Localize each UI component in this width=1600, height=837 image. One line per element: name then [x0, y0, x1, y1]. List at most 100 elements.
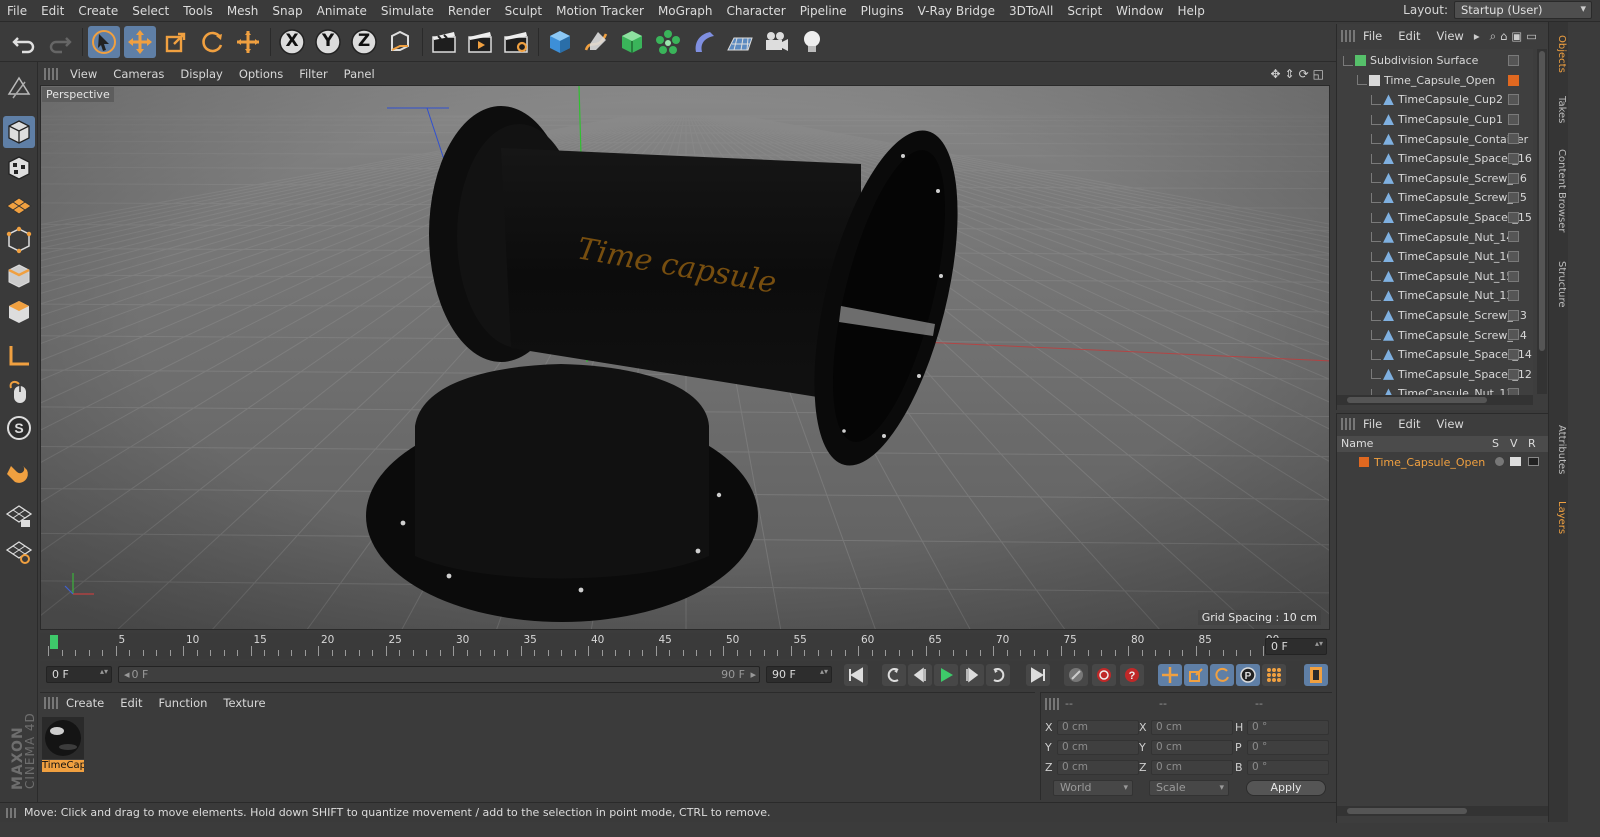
material-menu-texture[interactable]: Texture: [215, 696, 273, 710]
polygons-mode-button[interactable]: [3, 296, 35, 328]
y-axis-lock-button[interactable]: Y: [312, 26, 344, 58]
recent-tools-button[interactable]: [232, 26, 264, 58]
side-tab-objects[interactable]: Objects: [1551, 28, 1567, 80]
layout-dropdown[interactable]: Startup (User): [1454, 1, 1592, 19]
material-name[interactable]: TimeCap: [42, 760, 84, 772]
menu-select[interactable]: Select: [125, 4, 176, 18]
coord-field-y[interactable]: 0 cm: [1057, 740, 1139, 755]
enable-snap-button[interactable]: [3, 456, 35, 488]
coord-field-h[interactable]: 0 °: [1247, 720, 1329, 735]
viewport-menu-panel[interactable]: Panel: [336, 67, 383, 81]
snap-toggle-button[interactable]: S: [3, 412, 35, 444]
new-window-icon[interactable]: ▭: [1526, 29, 1537, 43]
edges-mode-button[interactable]: [3, 260, 35, 292]
side-tab-layers[interactable]: Layers: [1551, 495, 1567, 541]
add-camera-button[interactable]: [760, 26, 792, 58]
solo-column[interactable]: S: [1492, 437, 1499, 450]
visibility-toggle[interactable]: [1508, 349, 1519, 360]
dolly-icon[interactable]: ⇕: [1285, 67, 1295, 81]
playhead[interactable]: [50, 635, 58, 649]
orbit-icon[interactable]: ⟳: [1299, 67, 1309, 81]
filter-icon[interactable]: ▣: [1511, 29, 1522, 43]
layer-row[interactable]: Time_Capsule_Open: [1337, 453, 1549, 471]
add-deformer-button[interactable]: [688, 26, 720, 58]
scale-tool-button[interactable]: [160, 26, 192, 58]
scale-mode-dropdown[interactable]: Scale ▾: [1149, 780, 1229, 796]
menu-window[interactable]: Window: [1109, 4, 1170, 18]
current-frame-field[interactable]: 0 F ▴▾: [1265, 638, 1327, 655]
object-row[interactable]: TimeCapsule_Screw_15: [1337, 188, 1533, 208]
visibility-toggle[interactable]: [1508, 94, 1519, 106]
timeline-window-button[interactable]: [1304, 664, 1328, 686]
object-row[interactable]: Subdivision Surface: [1337, 51, 1533, 71]
timeline-ruler[interactable]: 051015202530354045505560657075808590 0 F…: [40, 633, 1330, 659]
visibility-toggle[interactable]: [1508, 172, 1519, 184]
layers-menu-view[interactable]: View: [1429, 417, 1472, 431]
keyframe-selection-button[interactable]: [1064, 664, 1088, 686]
side-tab-structure[interactable]: Structure: [1551, 252, 1567, 317]
material-thumbnail[interactable]: TimeCap: [42, 717, 84, 773]
axis-mode-button[interactable]: [3, 340, 35, 372]
menu-render[interactable]: Render: [441, 4, 498, 18]
add-light-button[interactable]: [796, 26, 828, 58]
viewport-menu-filter[interactable]: Filter: [291, 67, 335, 81]
menu-script[interactable]: Script: [1060, 4, 1109, 18]
coord-field-p[interactable]: 0 °: [1247, 740, 1329, 755]
tweak-mode-button[interactable]: [3, 376, 35, 408]
perspective-viewport[interactable]: Time capsule Grid Spacing : 10 cm: [40, 85, 1330, 630]
objects-menu-edit[interactable]: Edit: [1390, 29, 1428, 43]
visibility-toggle[interactable]: [1508, 113, 1519, 125]
name-column[interactable]: Name: [1341, 437, 1373, 450]
coord-field-x[interactable]: 0 cm: [1151, 720, 1233, 735]
add-environment-button[interactable]: [724, 26, 756, 58]
object-row[interactable]: TimeCapsule_Spacer_15: [1337, 208, 1533, 228]
key-parameter-button[interactable]: P: [1236, 664, 1260, 686]
z-axis-lock-button[interactable]: Z: [348, 26, 380, 58]
previous-frame-button[interactable]: [908, 664, 932, 686]
layers-menu-file[interactable]: File: [1355, 417, 1390, 431]
go-to-start-button[interactable]: [844, 664, 868, 686]
live-selection-button[interactable]: [88, 26, 120, 58]
pan-icon[interactable]: ✥: [1270, 67, 1280, 81]
render-clapper-icon[interactable]: [1528, 457, 1539, 466]
redo-button[interactable]: [44, 26, 76, 58]
visibility-toggle[interactable]: [1508, 211, 1519, 223]
side-tab-content-browser[interactable]: Content Browser: [1551, 140, 1567, 243]
add-spline-pen-button[interactable]: [580, 26, 612, 58]
coordinate-system-button[interactable]: [384, 26, 416, 58]
coord-field-y[interactable]: 0 cm: [1151, 740, 1233, 755]
object-row[interactable]: TimeCapsule_Nut_14: [1337, 227, 1533, 247]
object-tree-vertical-scrollbar[interactable]: [1537, 49, 1547, 394]
material-menu-create[interactable]: Create: [58, 696, 112, 710]
object-row[interactable]: TimeCapsule_Cup1: [1337, 110, 1533, 130]
lock-workplane-button[interactable]: [3, 500, 35, 532]
menu-sculpt[interactable]: Sculpt: [498, 4, 549, 18]
key-position-button[interactable]: [1158, 664, 1182, 686]
menu-plugins[interactable]: Plugins: [854, 4, 911, 18]
visibility-toggle[interactable]: [1508, 368, 1519, 380]
material-menu-function[interactable]: Function: [151, 696, 216, 710]
object-row[interactable]: TimeCapsule_Screw_14: [1337, 325, 1533, 345]
object-row[interactable]: TimeCapsule_Nut_13: [1337, 286, 1533, 306]
object-row[interactable]: TimeCapsule_Nut_15: [1337, 267, 1533, 287]
object-row[interactable]: Time_Capsule_Open: [1337, 71, 1533, 91]
menu-edit[interactable]: Edit: [34, 4, 71, 18]
add-cube-button[interactable]: [544, 26, 576, 58]
menu-help[interactable]: Help: [1170, 4, 1211, 18]
coord-field-b[interactable]: 0 °: [1247, 760, 1329, 775]
coordinate-mode-dropdown[interactable]: World ▾: [1053, 780, 1133, 796]
eye-icon[interactable]: [1510, 457, 1521, 466]
menu-character[interactable]: Character: [719, 4, 792, 18]
make-editable-button[interactable]: [3, 72, 35, 104]
object-row[interactable]: TimeCapsule_Spacer_16: [1337, 149, 1533, 169]
go-to-end-button[interactable]: [1026, 664, 1050, 686]
visibility-toggle[interactable]: [1508, 55, 1519, 66]
viewport-menu-cameras[interactable]: Cameras: [105, 67, 172, 81]
undo-button[interactable]: [8, 26, 40, 58]
end-frame-field[interactable]: 90 F ▴▾: [766, 666, 832, 683]
start-frame-field[interactable]: 0 F ▴▾: [46, 666, 112, 683]
texture-mode-button[interactable]: [3, 152, 35, 184]
render-to-picture-viewer-button[interactable]: [464, 26, 496, 58]
visibility-toggle[interactable]: [1508, 329, 1519, 341]
key-rotation-button[interactable]: [1210, 664, 1234, 686]
